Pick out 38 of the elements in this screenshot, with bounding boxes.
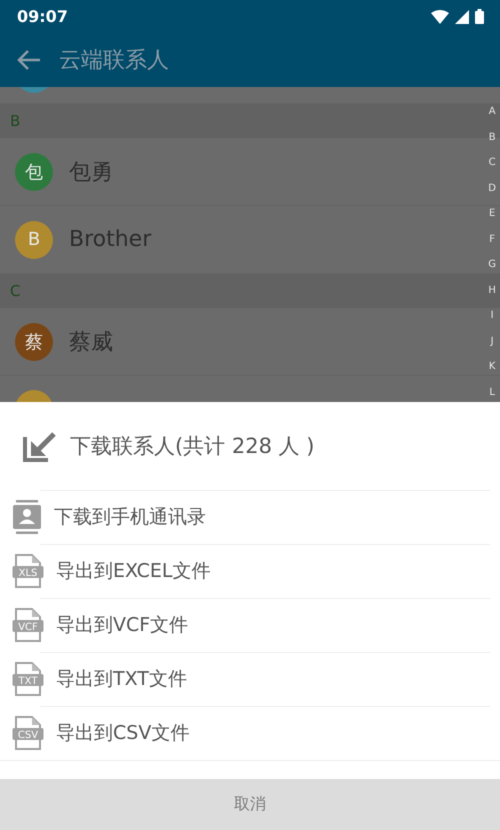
avatar: 包 bbox=[15, 152, 53, 190]
file-type-label: XLS bbox=[18, 568, 38, 579]
index-letter[interactable]: D bbox=[488, 182, 496, 194]
file-icon bbox=[12, 716, 44, 750]
contact-name[interactable]: 包勇 bbox=[69, 156, 113, 186]
contact-name[interactable]: 蔡威 bbox=[69, 326, 113, 356]
avatar: B bbox=[15, 220, 53, 258]
index-letter[interactable]: E bbox=[488, 207, 496, 220]
index-letter[interactable]: I bbox=[488, 309, 496, 322]
contact-card-icon bbox=[12, 500, 42, 534]
cancel-button[interactable]: 取消 bbox=[0, 779, 500, 830]
index-letter[interactable]: B bbox=[488, 130, 496, 144]
section-letter: C bbox=[10, 282, 20, 300]
file-icon bbox=[12, 662, 44, 696]
index-letter[interactable]: L bbox=[488, 386, 496, 398]
file-type-label: CSV bbox=[18, 730, 38, 741]
battery-icon bbox=[475, 9, 484, 24]
section-letter: B bbox=[10, 112, 20, 130]
file-type-label: VCF bbox=[18, 622, 38, 633]
file-icon bbox=[12, 554, 44, 588]
wifi-icon bbox=[431, 10, 449, 24]
index-letter[interactable]: J bbox=[488, 334, 496, 348]
clock: 09:07 bbox=[17, 7, 68, 26]
download-icon bbox=[22, 429, 56, 463]
file-type-label: TXT bbox=[18, 676, 38, 687]
sheet-title: 下载联系人(共计 228 人 ) bbox=[70, 433, 314, 460]
index-letter[interactable]: C bbox=[488, 156, 496, 169]
index-letter[interactable]: G bbox=[488, 258, 496, 271]
screen-title: 云端联系人 bbox=[59, 47, 169, 75]
file-icon bbox=[12, 608, 44, 642]
avatar: 蔡 bbox=[15, 322, 53, 360]
back-icon[interactable] bbox=[17, 49, 41, 71]
contact-name[interactable]: Brother bbox=[69, 227, 152, 252]
index-letter[interactable]: F bbox=[488, 232, 496, 246]
index-letter[interactable]: K bbox=[488, 360, 496, 373]
index-letter[interactable]: A bbox=[488, 105, 496, 118]
signal-icon bbox=[455, 10, 469, 24]
index-letter[interactable]: H bbox=[488, 284, 496, 296]
